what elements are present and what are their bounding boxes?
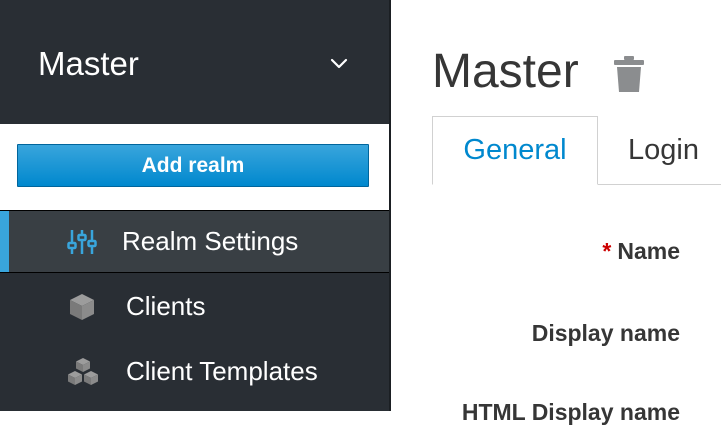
sidebar-item-clients[interactable]: Clients <box>0 275 389 338</box>
display-name-label: Display name <box>531 320 680 346</box>
sliders-icon <box>66 226 98 258</box>
tab-login[interactable]: Login <box>598 116 721 185</box>
name-label-text: Name <box>617 238 680 264</box>
sidebar: Master Add realm Realm Settings Clients … <box>0 0 389 411</box>
required-marker: * <box>602 238 612 264</box>
name-label: * Name <box>602 238 680 265</box>
cube-icon <box>66 291 98 323</box>
realm-selector-label: Master <box>38 45 139 82</box>
sidebar-item-label: Client Templates <box>126 356 318 386</box>
cubes-icon <box>66 356 98 388</box>
chevron-down-icon <box>327 52 351 76</box>
trash-icon[interactable] <box>613 55 645 93</box>
page-title: Master <box>432 45 579 98</box>
html-display-name-label: HTML Display name <box>461 399 680 425</box>
sidebar-item-label: Realm Settings <box>122 226 299 256</box>
main-content: Master General Login * Name Display name … <box>391 0 721 425</box>
add-realm-button[interactable]: Add realm <box>17 144 369 187</box>
tab-general[interactable]: General <box>432 116 598 185</box>
sidebar-item-realm-settings[interactable]: Realm Settings <box>0 210 389 273</box>
sidebar-item-label: Clients <box>126 291 206 321</box>
add-realm-area: Add realm <box>0 124 389 210</box>
realm-selector[interactable]: Master <box>0 0 389 124</box>
sidebar-item-client-templates[interactable]: Client Templates <box>0 340 389 403</box>
